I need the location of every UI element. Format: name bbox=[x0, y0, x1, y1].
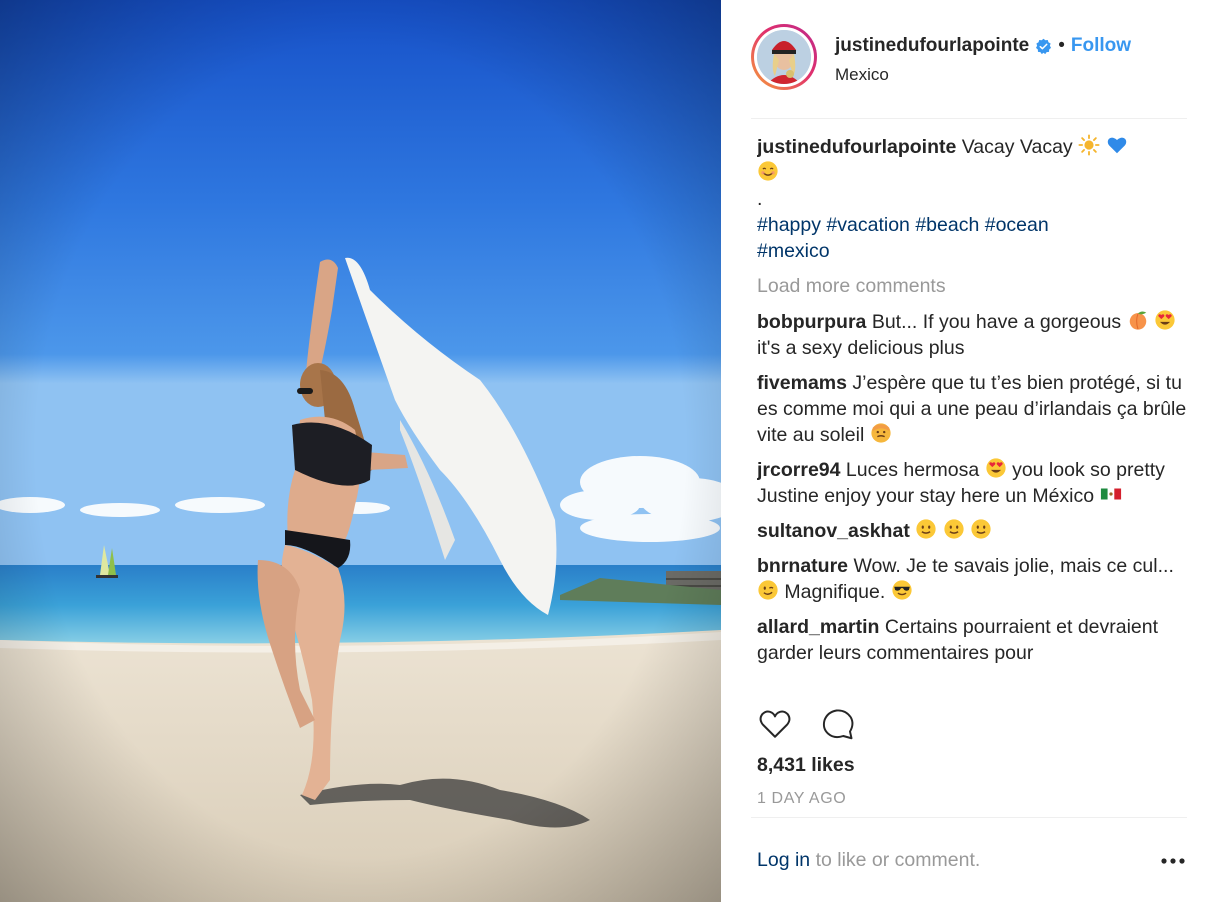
hashtag-happy[interactable]: #happy bbox=[757, 214, 821, 236]
login-link[interactable]: Log in bbox=[757, 849, 810, 871]
avatar-image bbox=[757, 30, 811, 84]
more-options-icon[interactable] bbox=[1161, 858, 1185, 864]
comment-username[interactable]: allard_martin bbox=[757, 616, 879, 638]
blue-heart-icon bbox=[1107, 137, 1126, 154]
separator-dot: • bbox=[1058, 35, 1065, 56]
post-location[interactable]: Mexico bbox=[835, 65, 889, 85]
comment-bubble-icon[interactable] bbox=[820, 706, 856, 742]
caption-text: Vacay Vacay bbox=[961, 136, 1073, 158]
post-header: justinedufourlapointe • Follow Mexico bbox=[751, 24, 1187, 119]
comment-text-continued: it's a sexy delicious plus bbox=[757, 337, 965, 359]
caption-dot: . bbox=[757, 188, 763, 210]
login-prompt: Log in to like or comment. bbox=[757, 849, 980, 872]
heart-outline-icon[interactable] bbox=[757, 706, 793, 742]
mexico-flag-icon bbox=[1100, 488, 1121, 500]
post-actions bbox=[757, 706, 856, 742]
post-username[interactable]: justinedufourlapointe bbox=[835, 35, 1029, 57]
verified-badge-icon bbox=[1036, 38, 1052, 54]
list-item: sultanov_askhat bbox=[757, 518, 1197, 544]
caption-username[interactable]: justinedufourlapointe bbox=[757, 136, 956, 158]
caption: justinedufourlapointe Vacay Vacay . #hap… bbox=[757, 134, 1197, 264]
comment-text: Luces hermosa bbox=[845, 459, 980, 481]
comment-text: But... If you have a gorgeous bbox=[871, 311, 1122, 333]
heart-eyes-icon bbox=[986, 458, 1006, 478]
hashtag-beach[interactable]: #beach bbox=[915, 214, 979, 236]
comment-text: Wow. Je te savais jolie, mais ce cul... bbox=[853, 555, 1174, 577]
comment-username[interactable]: bobpurpura bbox=[757, 311, 866, 333]
avatar[interactable] bbox=[751, 24, 817, 90]
follow-button[interactable]: Follow bbox=[1071, 35, 1131, 57]
sunglasses-face-icon bbox=[892, 580, 912, 600]
heart-eyes-icon bbox=[1155, 310, 1175, 330]
comments-list[interactable]: justinedufourlapointe Vacay Vacay . #hap… bbox=[757, 134, 1197, 689]
peach-icon bbox=[1129, 311, 1146, 330]
comment-username[interactable]: sultanov_askhat bbox=[757, 520, 910, 542]
comment-text-continued: Magnifique. bbox=[784, 581, 886, 603]
post-details-panel: justinedufourlapointe • Follow Mexico ju… bbox=[721, 0, 1224, 902]
hot-face-icon bbox=[871, 423, 891, 443]
slight-smile-icon bbox=[944, 519, 964, 539]
list-item: bnrnature Wow. Je te savais jolie, mais … bbox=[757, 553, 1197, 605]
list-item: jrcorre94 Luces hermosa you look so pret… bbox=[757, 457, 1197, 509]
likes-count[interactable]: 8,431 likes bbox=[757, 754, 855, 777]
beach-photo-image bbox=[0, 0, 721, 902]
hashtag-ocean[interactable]: #ocean bbox=[985, 214, 1049, 236]
smiling-face-icon bbox=[758, 161, 778, 181]
slight-smile-icon bbox=[916, 519, 936, 539]
slight-smile-icon bbox=[971, 519, 991, 539]
wink-icon bbox=[758, 580, 778, 600]
comment-username[interactable]: jrcorre94 bbox=[757, 459, 840, 481]
post-timestamp[interactable]: 1 DAY AGO bbox=[757, 790, 846, 808]
post-footer: Log in to like or comment. bbox=[751, 817, 1187, 903]
login-prompt-text: to like or comment. bbox=[815, 849, 981, 871]
sun-icon bbox=[1078, 134, 1100, 156]
hashtag-mexico[interactable]: #mexico bbox=[757, 240, 830, 262]
list-item: allard_martin Certains pourraient et dev… bbox=[757, 614, 1197, 666]
hashtag-vacation[interactable]: #vacation bbox=[826, 214, 909, 236]
post-photo[interactable] bbox=[0, 0, 721, 902]
list-item: fivemams J’espère que tu t’es bien proté… bbox=[757, 370, 1197, 448]
comment-username[interactable]: bnrnature bbox=[757, 555, 848, 577]
comment-username[interactable]: fivemams bbox=[757, 372, 847, 394]
list-item: bobpurpura But... If you have a gorgeous… bbox=[757, 309, 1197, 361]
load-more-comments-button[interactable]: Load more comments bbox=[757, 273, 1197, 299]
